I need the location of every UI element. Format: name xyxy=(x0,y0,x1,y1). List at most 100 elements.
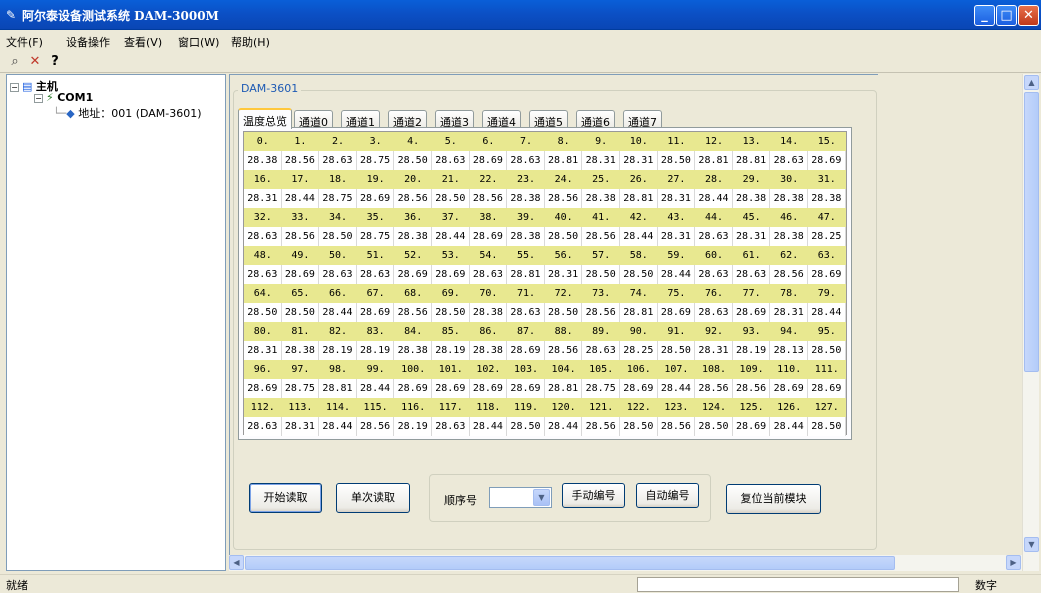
temperature-value-cell[interactable]: 28.63 xyxy=(432,417,470,436)
temperature-value-cell[interactable]: 28.81 xyxy=(733,151,771,170)
temperature-value-cell[interactable]: 28.63 xyxy=(770,151,808,170)
temperature-value-cell[interactable]: 28.38 xyxy=(770,189,808,208)
temperature-value-cell[interactable]: 28.31 xyxy=(582,151,620,170)
tab-temperature-overview[interactable]: 温度总览 xyxy=(238,108,292,129)
temperature-value-cell[interactable]: 28.69 xyxy=(470,151,508,170)
temperature-value-cell[interactable]: 28.81 xyxy=(319,379,357,398)
temperature-value-cell[interactable]: 28.75 xyxy=(357,151,395,170)
scroll-left-icon[interactable]: ◀ xyxy=(229,555,244,570)
temperature-value-cell[interactable]: 28.56 xyxy=(582,417,620,436)
temperature-value-cell[interactable]: 28.81 xyxy=(620,189,658,208)
temperature-value-cell[interactable]: 28.81 xyxy=(507,265,545,284)
sequence-select[interactable]: ▼ xyxy=(489,487,552,508)
temperature-value-cell[interactable]: 28.69 xyxy=(770,379,808,398)
temperature-value-cell[interactable]: 28.50 xyxy=(620,265,658,284)
temperature-value-cell[interactable]: 28.38 xyxy=(282,341,320,360)
temperature-value-cell[interactable]: 28.50 xyxy=(545,303,583,322)
temperature-value-cell[interactable]: 28.38 xyxy=(507,227,545,246)
temperature-value-cell[interactable]: 28.81 xyxy=(695,151,733,170)
temperature-value-cell[interactable]: 28.81 xyxy=(620,303,658,322)
temperature-value-cell[interactable]: 28.56 xyxy=(282,227,320,246)
temperature-value-cell[interactable]: 28.63 xyxy=(695,227,733,246)
vertical-scrollbar[interactable]: ▲ ▼ xyxy=(1022,74,1039,571)
temperature-value-cell[interactable]: 28.69 xyxy=(620,379,658,398)
temperature-value-cell[interactable]: 28.38 xyxy=(470,303,508,322)
chevron-down-icon[interactable]: ▼ xyxy=(533,489,550,506)
temperature-value-cell[interactable]: 28.56 xyxy=(695,379,733,398)
temperature-value-cell[interactable]: 28.56 xyxy=(282,151,320,170)
temperature-value-cell[interactable]: 28.69 xyxy=(394,379,432,398)
auto-number-button[interactable]: 自动编号 xyxy=(636,483,699,508)
temperature-value-cell[interactable]: 28.38 xyxy=(808,189,846,208)
temperature-value-cell[interactable]: 28.50 xyxy=(658,151,696,170)
temperature-value-cell[interactable]: 28.31 xyxy=(244,341,282,360)
temperature-value-cell[interactable]: 28.56 xyxy=(545,189,583,208)
temperature-value-cell[interactable]: 28.31 xyxy=(620,151,658,170)
tab-channel-0[interactable]: 通道0 xyxy=(294,110,333,129)
tab-channel-2[interactable]: 通道2 xyxy=(388,110,427,129)
temperature-value-cell[interactable]: 28.44 xyxy=(658,265,696,284)
collapse-icon[interactable]: − xyxy=(34,93,43,103)
temperature-value-cell[interactable]: 28.69 xyxy=(808,379,846,398)
temperature-value-cell[interactable]: 28.38 xyxy=(507,189,545,208)
temperature-value-cell[interactable]: 28.75 xyxy=(282,379,320,398)
temperature-value-cell[interactable]: 28.38 xyxy=(244,151,282,170)
temperature-value-cell[interactable]: 28.44 xyxy=(620,227,658,246)
temperature-value-cell[interactable]: 28.56 xyxy=(658,417,696,436)
temperature-value-cell[interactable]: 28.44 xyxy=(808,303,846,322)
temperature-value-cell[interactable]: 28.63 xyxy=(695,265,733,284)
temperature-value-cell[interactable]: 28.44 xyxy=(282,189,320,208)
temperature-value-cell[interactable]: 28.63 xyxy=(244,227,282,246)
temperature-value-cell[interactable]: 28.19 xyxy=(432,341,470,360)
temperature-value-cell[interactable]: 28.56 xyxy=(582,303,620,322)
temperature-value-cell[interactable]: 28.69 xyxy=(658,303,696,322)
temperature-value-cell[interactable]: 28.56 xyxy=(733,379,771,398)
temperature-value-cell[interactable]: 28.69 xyxy=(507,341,545,360)
temperature-value-cell[interactable]: 28.44 xyxy=(695,189,733,208)
help-icon[interactable]: ? xyxy=(46,53,64,71)
temperature-value-cell[interactable]: 28.50 xyxy=(507,417,545,436)
temperature-value-cell[interactable]: 28.31 xyxy=(658,189,696,208)
tab-channel-6[interactable]: 通道6 xyxy=(576,110,615,129)
temperature-value-cell[interactable]: 28.25 xyxy=(620,341,658,360)
temperature-value-cell[interactable]: 28.69 xyxy=(733,417,771,436)
temperature-value-cell[interactable]: 28.31 xyxy=(770,303,808,322)
temperature-value-cell[interactable]: 28.44 xyxy=(770,417,808,436)
temperature-value-cell[interactable]: 28.50 xyxy=(282,303,320,322)
temperature-value-cell[interactable]: 28.63 xyxy=(319,151,357,170)
scroll-down-icon[interactable]: ▼ xyxy=(1024,537,1039,552)
maximize-button[interactable]: □ xyxy=(996,5,1017,26)
single-read-button[interactable]: 单次读取 xyxy=(336,483,410,513)
temperature-value-cell[interactable]: 28.44 xyxy=(357,379,395,398)
temperature-value-cell[interactable]: 28.69 xyxy=(470,379,508,398)
temperature-value-cell[interactable]: 28.50 xyxy=(545,227,583,246)
temperature-value-cell[interactable]: 28.31 xyxy=(733,227,771,246)
minimize-button[interactable]: _ xyxy=(974,5,995,26)
vertical-scroll-thumb[interactable] xyxy=(1024,92,1039,372)
temperature-value-cell[interactable]: 28.56 xyxy=(357,417,395,436)
temperature-value-cell[interactable]: 28.56 xyxy=(470,189,508,208)
temperature-value-cell[interactable]: 28.31 xyxy=(282,417,320,436)
horizontal-scrollbar[interactable]: ◀ ▶ xyxy=(229,555,1022,571)
tab-channel-4[interactable]: 通道4 xyxy=(482,110,521,129)
tree-node-com[interactable]: − ⚡ COM1 xyxy=(34,91,93,104)
temperature-value-cell[interactable]: 28.56 xyxy=(394,189,432,208)
temperature-value-cell[interactable]: 28.69 xyxy=(432,379,470,398)
start-read-button[interactable]: 开始读取 xyxy=(249,483,322,513)
collapse-icon[interactable]: − xyxy=(10,82,19,92)
temperature-value-cell[interactable]: 28.63 xyxy=(432,151,470,170)
temperature-value-cell[interactable]: 28.50 xyxy=(432,189,470,208)
temperature-value-cell[interactable]: 28.69 xyxy=(394,265,432,284)
temperature-value-cell[interactable]: 28.50 xyxy=(394,151,432,170)
temperature-value-cell[interactable]: 28.63 xyxy=(582,341,620,360)
close-button[interactable]: ✕ xyxy=(1018,5,1039,26)
menu-file[interactable]: 文件(F) xyxy=(6,34,43,50)
temperature-value-cell[interactable]: 28.63 xyxy=(244,417,282,436)
temperature-value-cell[interactable]: 28.50 xyxy=(658,341,696,360)
temperature-value-cell[interactable]: 28.56 xyxy=(394,303,432,322)
temperature-value-cell[interactable]: 28.50 xyxy=(695,417,733,436)
temperature-value-cell[interactable]: 28.25 xyxy=(808,227,846,246)
temperature-value-cell[interactable]: 28.63 xyxy=(357,265,395,284)
temperature-value-cell[interactable]: 28.56 xyxy=(770,265,808,284)
tab-channel-7[interactable]: 通道7 xyxy=(623,110,662,129)
